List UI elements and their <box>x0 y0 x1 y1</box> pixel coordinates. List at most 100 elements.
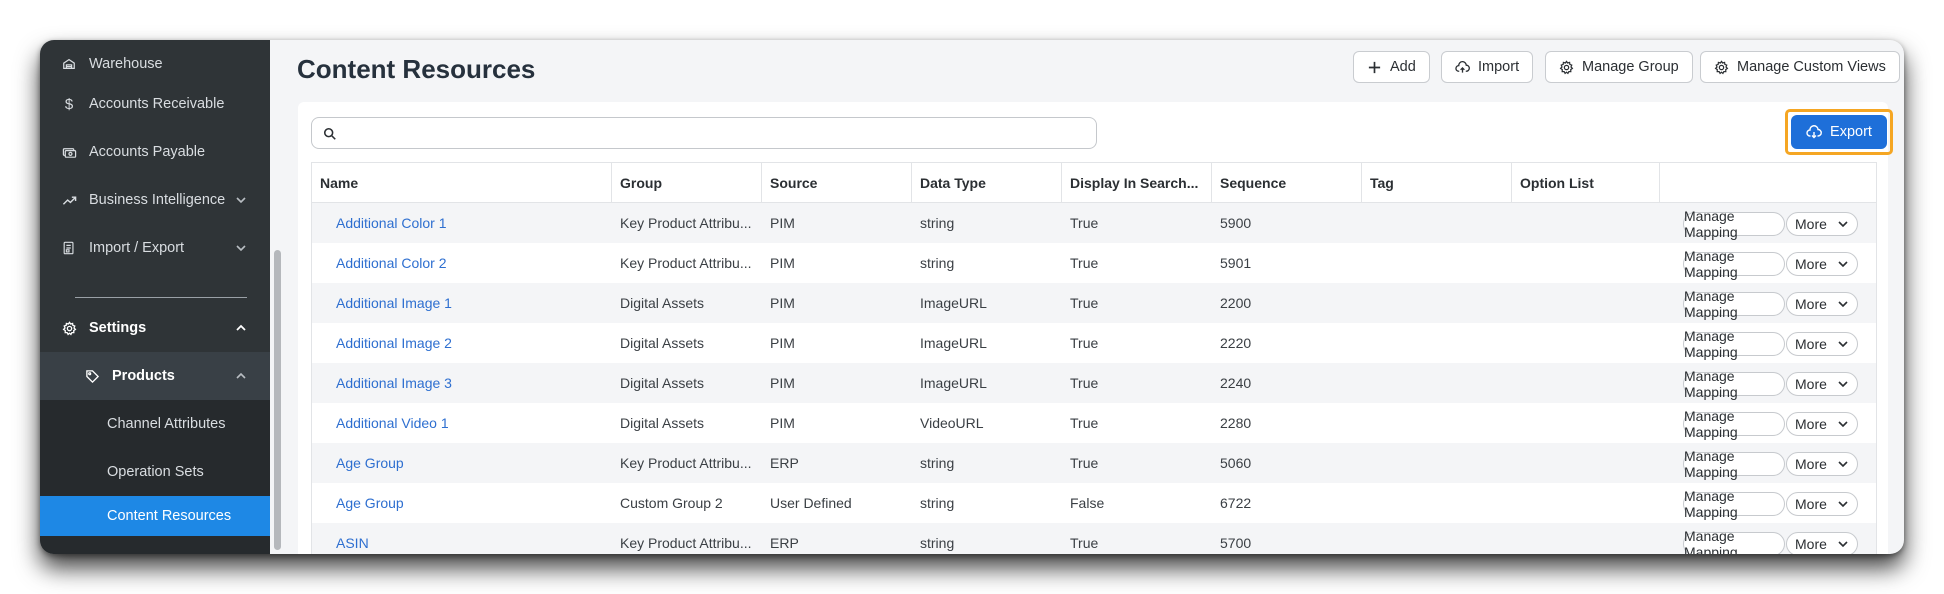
more-button[interactable]: More <box>1786 212 1858 236</box>
sidebar-scrollbar-thumb[interactable] <box>274 250 281 550</box>
more-button-label: More <box>1795 256 1827 272</box>
chevron-down-icon <box>1838 461 1848 468</box>
cell-data-type: ImageURL <box>920 295 987 311</box>
more-button[interactable]: More <box>1786 532 1858 554</box>
more-button[interactable]: More <box>1786 292 1858 316</box>
add-button-label: Add <box>1390 59 1416 75</box>
sidebar-item-channel-attributes[interactable]: Channel Attributes <box>40 400 270 448</box>
manage-mapping-button[interactable]: Manage Mapping <box>1683 488 1785 520</box>
sidebar-item-business-intelligence[interactable]: Business Intelligence <box>40 176 270 224</box>
sidebar-item-label: Business Intelligence <box>89 192 226 208</box>
resource-name-link[interactable]: Age Group <box>336 455 404 471</box>
manage-custom-views-button[interactable]: Manage Custom Views <box>1700 51 1900 83</box>
cell-sequence: 5901 <box>1220 255 1252 271</box>
sidebar-item-content-resources[interactable]: Content Resources <box>40 496 270 536</box>
manage-mapping-button[interactable]: Manage Mapping <box>1683 408 1785 440</box>
sidebar-item-accounts-receivable[interactable]: $ Accounts Receivable <box>40 80 270 128</box>
more-button[interactable]: More <box>1786 372 1858 396</box>
cell-display: True <box>1070 295 1099 311</box>
column-header-name[interactable]: Name <box>312 163 612 203</box>
manage-mapping-button[interactable]: Manage Mapping <box>1683 528 1785 554</box>
cloud-download-icon <box>1806 125 1822 139</box>
table-row: Additional Image 3 Digital Assets PIM Image… <box>312 363 1876 403</box>
cell-sequence: 2280 <box>1220 415 1252 431</box>
cell-name: Additional Image 3 <box>336 363 606 403</box>
cell-tag <box>1370 203 1510 243</box>
sidebar-item-settings[interactable]: Settings <box>40 304 270 352</box>
manage-mapping-button[interactable]: Manage Mapping <box>1683 248 1785 280</box>
search-box[interactable] <box>311 117 1097 149</box>
manage-mapping-button[interactable]: Manage Mapping <box>1683 368 1785 400</box>
cell-option-list <box>1520 483 1660 523</box>
resource-name-link[interactable]: Age Group <box>336 495 404 511</box>
chevron-down-icon <box>236 197 246 204</box>
cell-data-type: string <box>920 455 955 471</box>
add-button[interactable]: Add <box>1353 51 1430 83</box>
cell-source: PIM <box>770 215 795 231</box>
chevron-up-icon <box>236 324 246 331</box>
sidebar-item-label: Settings <box>89 320 147 336</box>
export-button-label: Export <box>1830 124 1872 140</box>
manage-mapping-button[interactable]: Manage Mapping <box>1683 448 1785 480</box>
trend-icon <box>61 192 77 208</box>
more-button-label: More <box>1795 456 1827 472</box>
column-header-source[interactable]: Source <box>762 163 912 203</box>
more-button[interactable]: More <box>1786 252 1858 276</box>
sidebar-item-operation-sets[interactable]: Operation Sets <box>40 448 270 496</box>
cell-source: ERP <box>770 535 799 551</box>
chevron-down-icon <box>236 245 246 252</box>
manage-custom-views-button-label: Manage Custom Views <box>1737 59 1886 75</box>
cell-name: Additional Color 1 <box>336 203 606 243</box>
resource-name-link[interactable]: Additional Image 3 <box>336 375 452 391</box>
sidebar-item-label: Accounts Payable <box>89 144 206 160</box>
column-header-sequence[interactable]: Sequence <box>1212 163 1362 203</box>
more-button[interactable]: More <box>1786 492 1858 516</box>
column-header-tag[interactable]: Tag <box>1362 163 1512 203</box>
more-button[interactable]: More <box>1786 412 1858 436</box>
resource-name-link[interactable]: ASIN <box>336 535 369 551</box>
column-header-option-list[interactable]: Option List <box>1512 163 1660 203</box>
cell-display: True <box>1070 255 1099 271</box>
column-header-display-in-search[interactable]: Display In Search... <box>1062 163 1212 203</box>
resource-name-link[interactable]: Additional Color 1 <box>336 215 447 231</box>
manage-group-button[interactable]: Manage Group <box>1545 51 1693 83</box>
cell-tag <box>1370 523 1510 554</box>
cell-option-list <box>1520 243 1660 283</box>
cell-name: Additional Image 2 <box>336 323 606 363</box>
manage-mapping-button[interactable]: Manage Mapping <box>1683 288 1785 320</box>
cell-sequence: 2200 <box>1220 295 1252 311</box>
sidebar-item-label: Operation Sets <box>107 464 204 480</box>
import-button[interactable]: Import <box>1441 51 1534 83</box>
sidebar-item-import-export[interactable]: Import / Export <box>40 224 270 272</box>
manage-mapping-button[interactable]: Manage Mapping <box>1683 208 1785 240</box>
resource-name-link[interactable]: Additional Image 2 <box>336 335 452 351</box>
more-button[interactable]: More <box>1786 332 1858 356</box>
sidebar-item-accounts-payable[interactable]: Accounts Payable <box>40 128 270 176</box>
cell-sequence: 6722 <box>1220 495 1252 511</box>
sidebar-divider <box>75 297 247 298</box>
sidebar-item-products[interactable]: Products <box>40 352 270 400</box>
cell-group: Digital Assets <box>620 375 705 391</box>
export-button[interactable]: Export <box>1791 115 1887 149</box>
cell-option-list <box>1520 403 1660 443</box>
sidebar-item-label: Channel Attributes <box>107 416 226 432</box>
warehouse-icon <box>61 56 77 72</box>
column-header-data-type[interactable]: Data Type <box>912 163 1062 203</box>
cell-tag <box>1370 443 1510 483</box>
cell-source: PIM <box>770 295 795 311</box>
resource-name-link[interactable]: Additional Color 2 <box>336 255 447 271</box>
sidebar-item-label: Import / Export <box>89 240 185 256</box>
manage-mapping-button[interactable]: Manage Mapping <box>1683 328 1785 360</box>
resource-name-link[interactable]: Additional Image 1 <box>336 295 452 311</box>
cell-tag <box>1370 403 1510 443</box>
cell-data-type: string <box>920 495 955 511</box>
search-input[interactable] <box>344 122 1084 146</box>
manage-group-button-label: Manage Group <box>1582 59 1679 75</box>
cell-data-type: ImageURL <box>920 335 987 351</box>
cloud-upload-icon <box>1455 60 1470 73</box>
cell-sequence: 5060 <box>1220 455 1252 471</box>
more-button[interactable]: More <box>1786 452 1858 476</box>
column-header-group[interactable]: Group <box>612 163 762 203</box>
plus-icon <box>1368 61 1381 73</box>
resource-name-link[interactable]: Additional Video 1 <box>336 415 449 431</box>
